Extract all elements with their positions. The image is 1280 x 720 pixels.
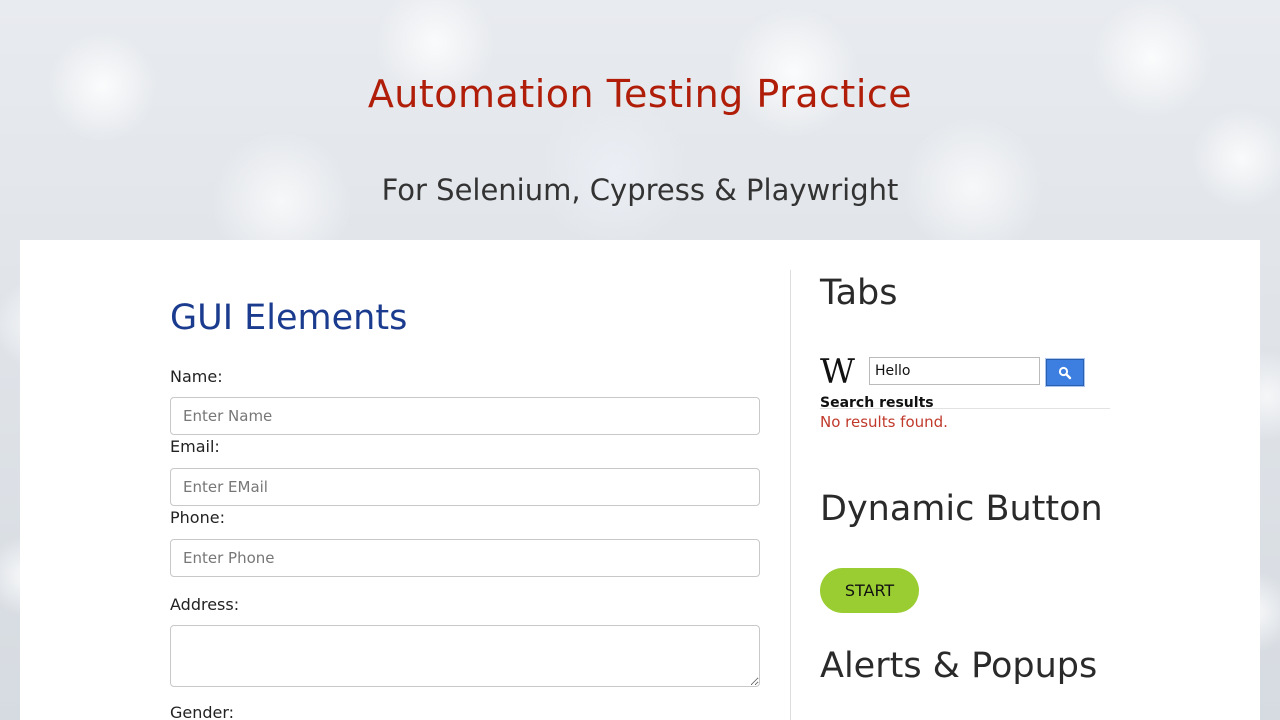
address-label: Address: [170,595,240,614]
site-subtitle: For Selenium, Cypress & Playwright [381,173,899,207]
no-results-message: No results found. [820,413,948,431]
page-header: Automation Testing Practice For Selenium… [0,0,1280,240]
email-input[interactable] [170,468,760,506]
column-divider [790,270,791,720]
address-textarea[interactable] [170,625,760,687]
tabs-heading: Tabs [820,273,898,313]
main-panel: GUI Elements Name: Email: Phone: Address… [20,240,1260,720]
phone-label: Phone: [170,508,225,527]
wikipedia-search-button[interactable] [1045,358,1085,387]
gui-elements-heading: GUI Elements [170,298,408,338]
name-input[interactable] [170,397,760,435]
dynamic-button-heading: Dynamic Button [820,489,1103,529]
alerts-popups-heading: Alerts & Popups [820,646,1098,686]
wikipedia-search-widget: W [820,354,1120,390]
site-title: Automation Testing Practice [367,72,913,116]
email-label: Email: [170,437,220,456]
wikipedia-search-input[interactable] [869,357,1040,385]
wikipedia-logo-icon: W [820,352,855,392]
start-button[interactable]: START [820,568,919,613]
search-icon [1058,366,1072,379]
search-results-divider [820,408,1110,409]
phone-input[interactable] [170,539,760,577]
gender-label: Gender: [170,703,235,720]
name-label: Name: [170,367,223,386]
